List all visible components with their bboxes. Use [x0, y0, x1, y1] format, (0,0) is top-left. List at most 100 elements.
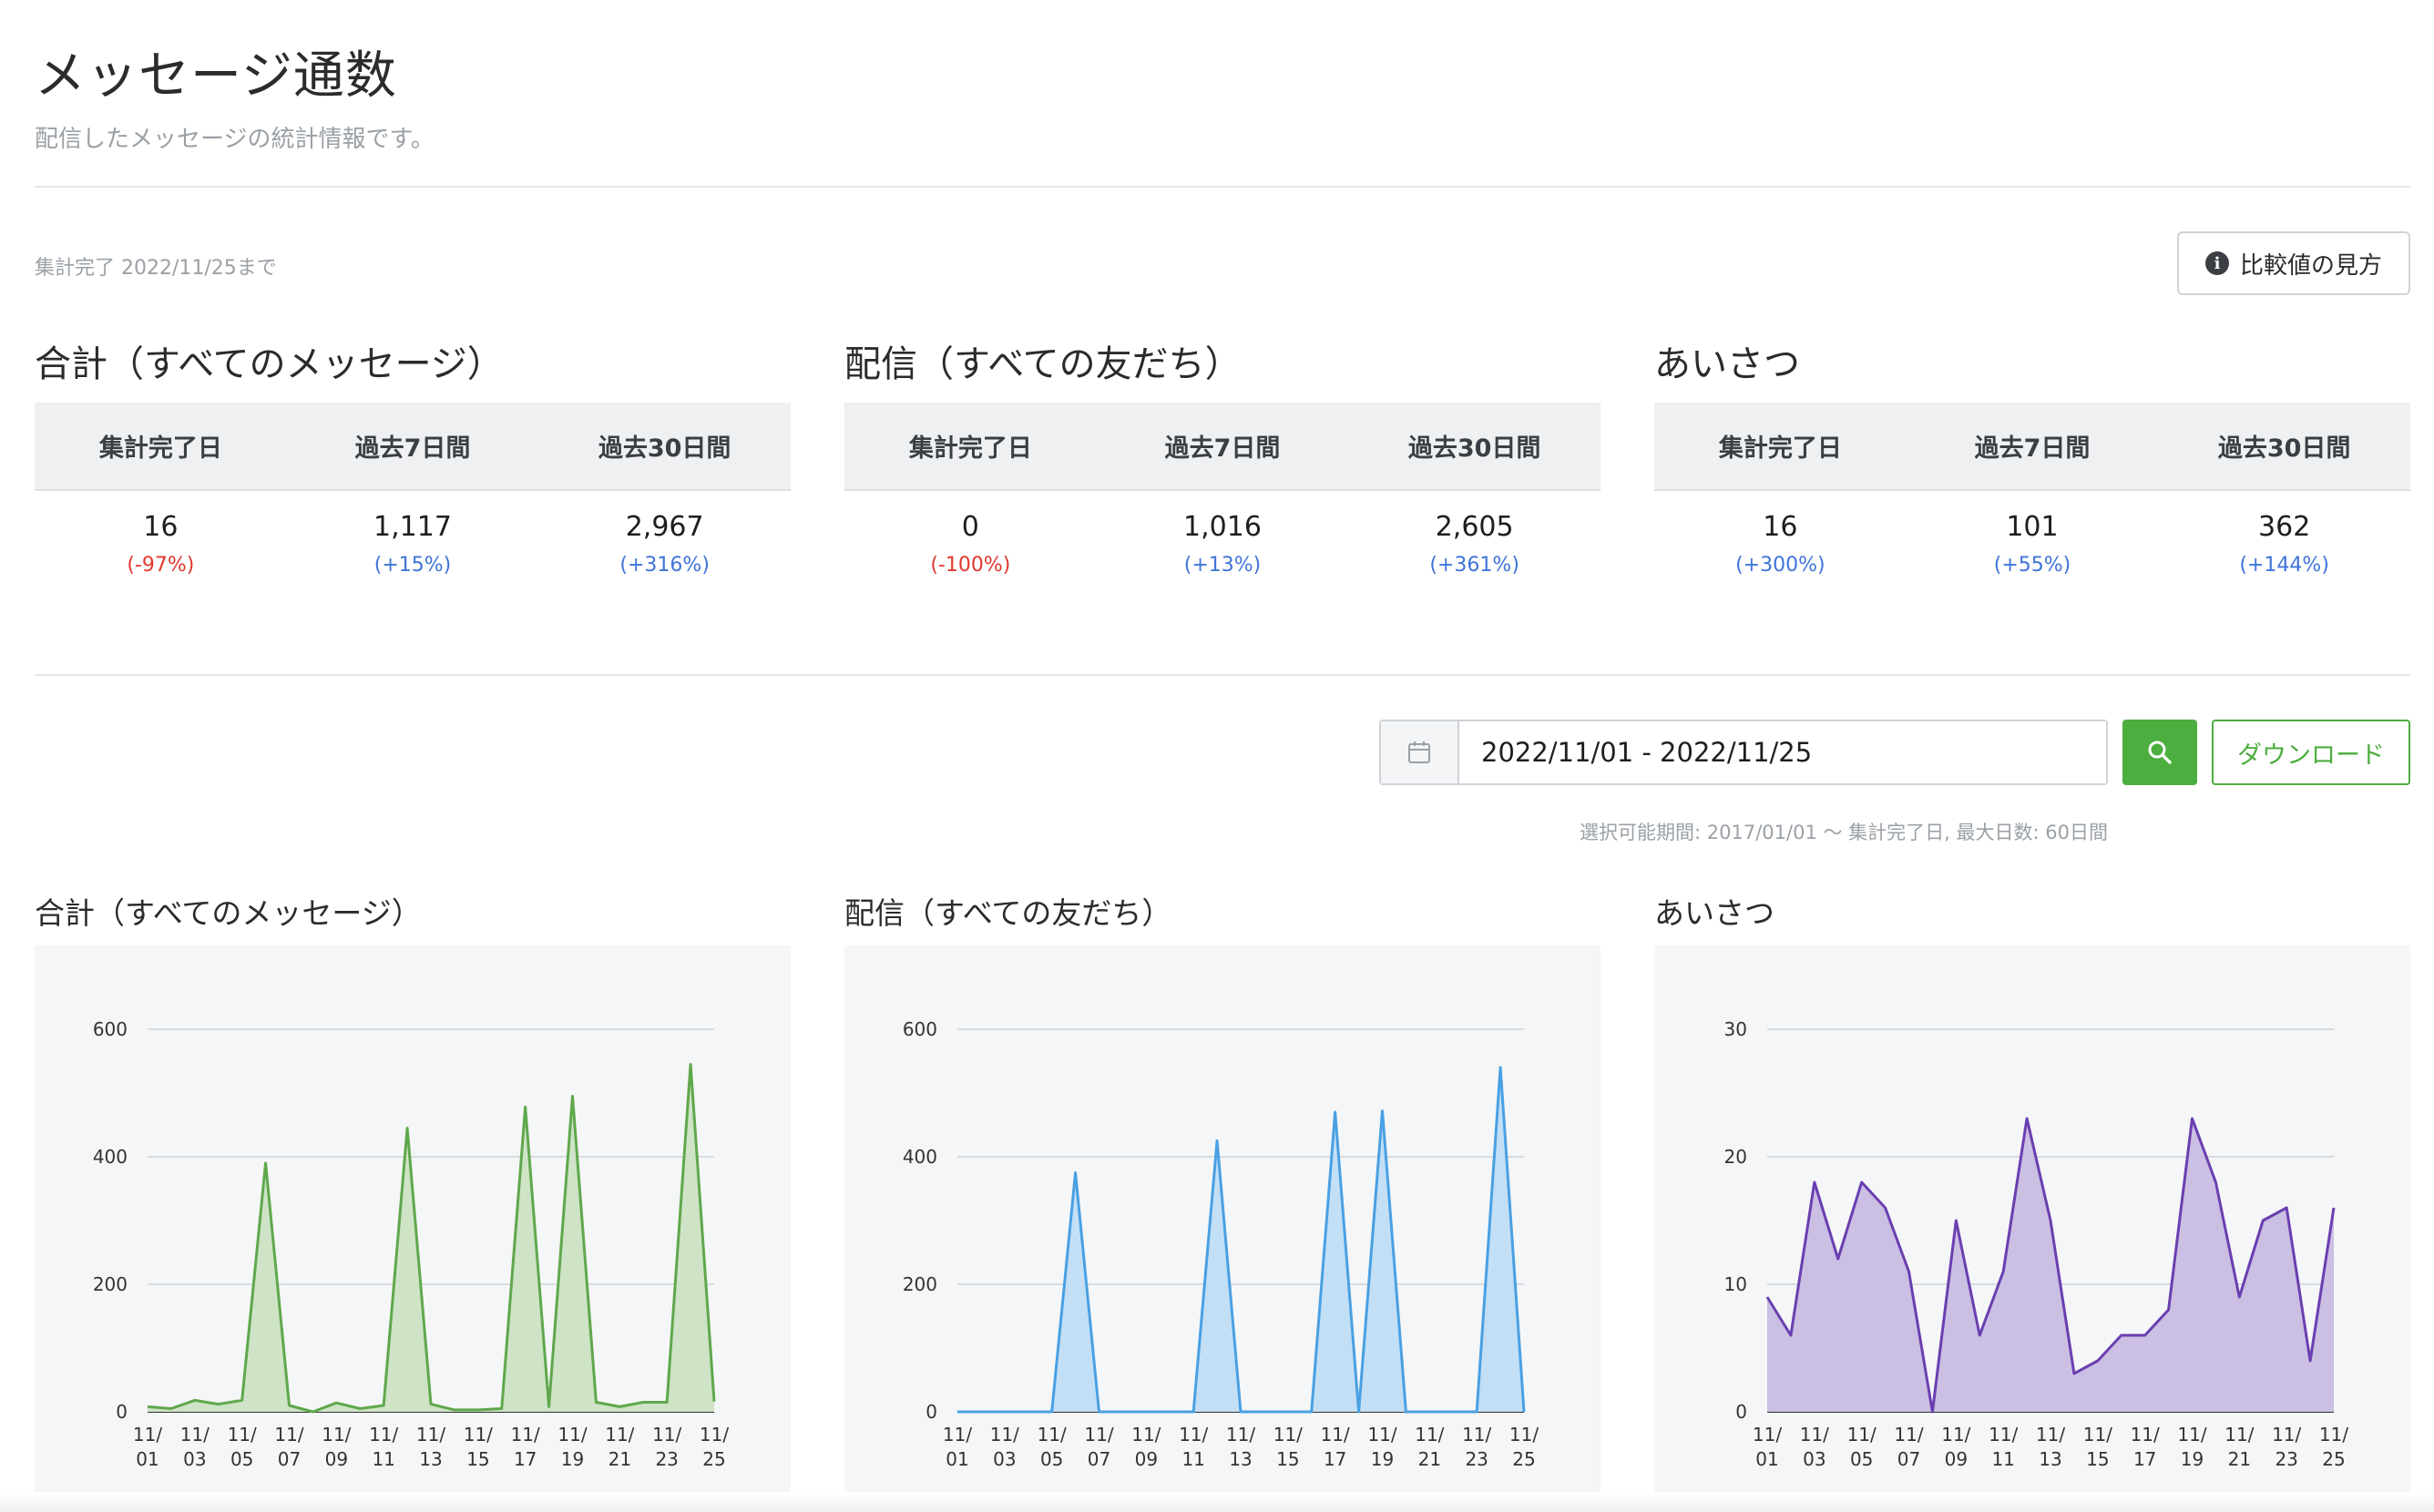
- chart-panel-greeting: 0 10 20 30 11/01 11/03 11/05 11/07 11/09 11/11 11/…: [1654, 945, 2410, 1492]
- x-tick-label: 11/15: [464, 1424, 493, 1470]
- divider: [35, 186, 2410, 188]
- x-tick-label: 11/17: [1321, 1424, 1350, 1470]
- column-header: 集計完了日: [35, 403, 287, 491]
- page-subtitle: 配信したメッセージの統計情報です。: [35, 126, 435, 153]
- x-tick-label: 11/07: [274, 1424, 303, 1470]
- search-button[interactable]: [2122, 720, 2197, 785]
- series-line: [957, 1066, 1526, 1414]
- column-header: 集計完了日: [1654, 403, 1907, 491]
- series-line: [147, 1063, 716, 1414]
- stat-cell: 16 (+300%): [1654, 490, 1907, 577]
- column-header: 過去7日間: [1096, 403, 1349, 491]
- date-range-note: 選択可能期間: 2017/01/01 〜 集計完了日, 最大日数: 60日間: [1580, 822, 2108, 843]
- x-tick-label: 11/05: [228, 1424, 257, 1470]
- x-tick-label: 11/05: [1038, 1424, 1067, 1470]
- x-tick-label: 11/03: [180, 1424, 210, 1470]
- y-tick-label: 600: [903, 1018, 937, 1040]
- stat-cell: 362 (+144%): [2158, 490, 2410, 577]
- stat-block-greeting: あいさつ 集計完了日 過去7日間 過去30日間 16 (+300%) 101 (+5…: [1654, 339, 2410, 577]
- series-area: [148, 1064, 714, 1412]
- stat-value: 2,967: [625, 511, 704, 543]
- x-tick-label: 11/23: [2272, 1424, 2301, 1470]
- x-tick-label: 11/01: [943, 1424, 972, 1470]
- column-header: 過去30日間: [2158, 403, 2410, 491]
- page-title: メッセージ通数: [35, 46, 397, 106]
- x-tick-label: 11/09: [1941, 1424, 1970, 1470]
- stat-value: 0: [961, 511, 979, 543]
- stat-table: 集計完了日 過去7日間 過去30日間 16 (-97%) 1,117 (+15%) …: [35, 403, 791, 577]
- chart-panel-total: 0 200 400 600 11/01 11/03 11/05 11/07 11/09 11/11…: [35, 945, 791, 1492]
- x-tick-label: 11/19: [1367, 1424, 1396, 1470]
- x-tick-label: 11/17: [511, 1424, 540, 1470]
- stat-value: 1,016: [1183, 511, 1262, 543]
- stat-table: 集計完了日 過去7日間 過去30日間 0 (-100%) 1,016 (+13%) …: [844, 403, 1601, 577]
- stat-value: 101: [2006, 511, 2059, 543]
- date-range-input[interactable]: [1459, 721, 2106, 783]
- x-tick-label: 11/01: [1753, 1424, 1782, 1470]
- stat-block-total: 合計（すべてのメッセージ） 集計完了日 過去7日間 過去30日間 16 (-97%…: [35, 339, 791, 577]
- x-tick-label: 11/19: [557, 1424, 587, 1470]
- y-tick-label: 0: [1735, 1401, 1747, 1423]
- stat-change: (+55%): [1993, 554, 2071, 577]
- x-tick-label: 11/21: [2224, 1424, 2254, 1470]
- chart-title-greeting: あいさつ: [1654, 895, 1774, 931]
- x-tick-label: 11/11: [369, 1424, 398, 1470]
- date-range-picker[interactable]: [1379, 720, 2108, 785]
- stat-value: 1,117: [373, 511, 452, 543]
- search-icon: [2148, 741, 2172, 764]
- y-tick-label: 0: [926, 1401, 937, 1423]
- x-tick-label: 11/25: [2319, 1424, 2348, 1470]
- area-chart-broadcast: 0 200 400 600 11/01 11/03 11/05 11/07 11/09 11/11…: [903, 1018, 1539, 1470]
- x-tick-label: 11/07: [1894, 1424, 1923, 1470]
- x-tick-label: 11/05: [1847, 1424, 1877, 1470]
- stat-cell: 101 (+55%): [1907, 490, 2159, 577]
- stat-value: 16: [1763, 511, 1798, 543]
- x-tick-label: 11/07: [1084, 1424, 1113, 1470]
- x-tick-label: 11/19: [2177, 1424, 2206, 1470]
- stat-title: あいさつ: [1654, 343, 1800, 385]
- stat-cell: 1,016 (+13%): [1097, 490, 1349, 577]
- stat-change: (-97%): [127, 554, 195, 577]
- download-button[interactable]: ダウンロード: [2212, 720, 2410, 785]
- stat-change: (+144%): [2239, 554, 2329, 577]
- stat-cell: 1,117 (+15%): [287, 490, 539, 577]
- y-tick-label: 20: [1724, 1146, 1747, 1168]
- x-tick-label: 11/11: [1989, 1424, 2018, 1470]
- column-header: 過去7日間: [1906, 403, 2159, 491]
- y-tick-label: 30: [1724, 1018, 1747, 1040]
- column-header: 過去30日間: [1348, 403, 1601, 491]
- y-tick-label: 0: [116, 1401, 128, 1423]
- y-tick-label: 200: [903, 1273, 937, 1295]
- x-tick-label: 11/23: [652, 1424, 681, 1470]
- chart-panel-broadcast: 0 200 400 600 11/01 11/03 11/05 11/07 11/09 11/11…: [844, 945, 1601, 1492]
- area-chart-greeting: 0 10 20 30 11/01 11/03 11/05 11/07 11/09 11/11 11/…: [1724, 1018, 2349, 1470]
- stat-change: (+316%): [619, 554, 710, 577]
- chart-title-total: 合計（すべてのメッセージ）: [35, 895, 422, 931]
- area-chart-total: 0 200 400 600 11/01 11/03 11/05 11/07 11/09 11/11…: [93, 1018, 730, 1470]
- bottom-shadow: [0, 1494, 2434, 1512]
- y-tick-label: 200: [93, 1273, 128, 1295]
- stat-change: (+361%): [1429, 554, 1519, 577]
- stat-value: 16: [143, 511, 179, 543]
- series-area: [957, 1068, 1524, 1412]
- x-tick-label: 11/03: [1800, 1424, 1829, 1470]
- x-tick-label: 11/09: [1131, 1424, 1161, 1470]
- stat-cell: 2,967 (+316%): [538, 490, 791, 577]
- x-tick-label: 11/21: [605, 1424, 634, 1470]
- stat-cell: 16 (-97%): [35, 490, 287, 577]
- x-tick-label: 11/23: [1462, 1424, 1491, 1470]
- stat-change: (+15%): [373, 554, 452, 577]
- compare-values-help-button[interactable]: i 比較値の見方: [2177, 231, 2410, 295]
- aggregation-note: 集計完了 2022/11/25まで: [35, 257, 277, 280]
- stat-value: 2,605: [1435, 511, 1514, 543]
- x-tick-label: 11/13: [1226, 1424, 1255, 1470]
- y-tick-label: 400: [903, 1146, 937, 1168]
- x-tick-label: 11/21: [1415, 1424, 1444, 1470]
- chart-title-broadcast: 配信（すべての友だち）: [844, 895, 1172, 931]
- info-icon: i: [2204, 251, 2229, 275]
- compare-values-help-label: 比較値の見方: [2239, 251, 2382, 280]
- stat-change: (-100%): [930, 554, 1011, 577]
- column-header: 過去7日間: [286, 403, 539, 491]
- calendar-icon[interactable]: [1381, 721, 1459, 783]
- y-tick-label: 10: [1724, 1273, 1747, 1295]
